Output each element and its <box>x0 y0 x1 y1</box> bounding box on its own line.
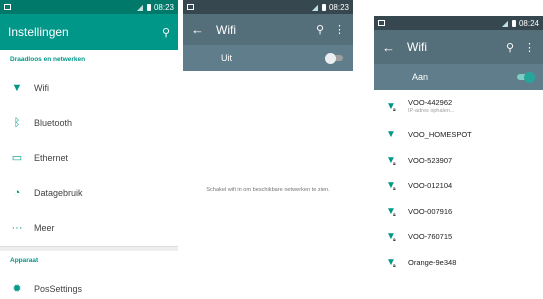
battery-icon <box>321 3 326 11</box>
network-ssid: VOO-760715 <box>408 232 453 242</box>
back-arrow-icon[interactable]: ← <box>191 22 204 37</box>
empty-state-message: Schakel wifi in om beschikbare netwerken… <box>206 187 330 193</box>
image-notification-icon <box>187 4 194 10</box>
back-arrow-icon[interactable]: ← <box>382 40 395 55</box>
status-bar: ◢ 08:24 <box>374 16 543 30</box>
overflow-menu-icon[interactable]: ⋮ <box>334 23 345 36</box>
status-time: 08:23 <box>328 2 349 12</box>
switch-label: Uit <box>221 53 232 63</box>
wifi-toggle-switch[interactable] <box>517 71 535 83</box>
wifi-signal-locked-icon: ▼ 🔒︎ <box>386 256 396 269</box>
battery-icon <box>146 3 151 11</box>
wifi-switch-bar[interactable]: Aan <box>374 64 543 90</box>
settings-item-ethernet[interactable]: ▭ Ethernet <box>0 140 178 175</box>
wifi-network-item[interactable]: ▼ 🔒︎ VOO-760715 <box>374 224 543 250</box>
data-usage-icon: ◔ <box>13 186 21 199</box>
settings-item-label: Wifi <box>34 82 49 93</box>
app-bar: ← Wifi ⚲ ⋮ <box>374 30 543 64</box>
more-dots-icon: ··· <box>11 221 23 234</box>
settings-item-more[interactable]: ··· Meer <box>0 210 178 245</box>
page-title: Wifi <box>216 22 236 37</box>
wifi-signal-locked-icon: ▼ 🔒︎ <box>386 100 396 113</box>
wifi-signal-locked-icon: ▼ 🔒︎ <box>386 154 396 167</box>
settings-screen: ◢ 08:23 Instellingen ⚲ Draadloos en netw… <box>0 0 178 299</box>
page-title: Wifi <box>407 40 427 54</box>
settings-item-data-usage[interactable]: ◔ Datagebruik <box>0 175 178 210</box>
switch-label: Aan <box>412 72 429 82</box>
status-time: 08:24 <box>518 18 539 28</box>
settings-item-possettings[interactable]: ✹ PosSettings <box>0 271 178 299</box>
search-icon[interactable]: ⚲ <box>162 26 170 39</box>
search-icon[interactable]: ⚲ <box>506 41 514 54</box>
wifi-on-screen: ◢ 08:24 ← Wifi ⚲ ⋮ Aan ▼ 🔒︎ VOO-442962 IP… <box>374 16 543 299</box>
status-bar: ◢ 08:23 <box>0 0 178 14</box>
signal-icon: ◢ <box>136 2 143 12</box>
wifi-toggle-switch[interactable] <box>325 52 343 64</box>
settings-item-label: Ethernet <box>34 152 69 163</box>
settings-item-label: Bluetooth <box>34 117 73 128</box>
signal-icon: ◢ <box>501 18 508 28</box>
signal-icon: ◢ <box>311 2 318 12</box>
network-ssid: VOO-442962 <box>408 98 453 107</box>
section-header-device: Apparaat <box>10 257 39 264</box>
wifi-network-item[interactable]: ▼ 🔒︎ VOO-442962 IP-adres ophalen... <box>374 90 543 122</box>
image-notification-icon <box>4 4 11 10</box>
wifi-off-screen: ◢ 08:23 ← Wifi ⚲ ⋮ Uit Schakel wifi in o… <box>183 0 353 200</box>
gear-icon: ✹ <box>12 283 22 295</box>
network-ssid: Orange-9e348 <box>408 257 457 267</box>
section-header-wireless: Draadloos en netwerken <box>10 56 86 63</box>
wifi-signal-icon: ▼ <box>386 129 396 141</box>
wifi-icon: ▼ <box>11 81 23 94</box>
app-bar: Instellingen ⚲ <box>0 14 178 50</box>
page-title: Instellingen <box>8 25 69 39</box>
wifi-network-item[interactable]: ▼ VOO_HOMESPOT <box>374 122 543 148</box>
bluetooth-icon: ᛒ <box>13 116 21 129</box>
wifi-network-item[interactable]: ▼ 🔒︎ VOO-007916 <box>374 199 543 225</box>
wifi-signal-locked-icon: ▼ 🔒︎ <box>386 180 396 193</box>
battery-icon <box>511 19 516 27</box>
wifi-signal-locked-icon: ▼ 🔒︎ <box>386 231 396 244</box>
network-ssid: VOO-007916 <box>408 206 453 216</box>
network-status: IP-adres ophalen... <box>408 108 455 114</box>
wifi-network-item[interactable]: ▼ 🔒︎ Orange-9e348 <box>374 250 543 276</box>
image-notification-icon <box>378 20 385 26</box>
settings-item-bluetooth[interactable]: ᛒ Bluetooth <box>0 105 178 140</box>
search-icon[interactable]: ⚲ <box>316 23 324 36</box>
settings-item-label: Datagebruik <box>34 187 83 198</box>
settings-item-label: Meer <box>34 222 55 233</box>
wifi-signal-locked-icon: ▼ 🔒︎ <box>386 205 396 218</box>
settings-item-wifi[interactable]: ▼ Wifi <box>0 70 178 105</box>
app-bar: ← Wifi ⚲ ⋮ <box>183 14 353 45</box>
wifi-network-item[interactable]: ▼ 🔒︎ VOO-012104 <box>374 173 543 199</box>
network-ssid: VOO-012104 <box>408 181 453 191</box>
network-ssid: VOO_HOMESPOT <box>408 130 472 140</box>
network-ssid: VOO-523907 <box>408 155 453 165</box>
wifi-switch-bar[interactable]: Uit <box>183 45 353 71</box>
status-bar: ◢ 08:23 <box>183 0 353 14</box>
settings-item-label: PosSettings <box>34 283 83 294</box>
wifi-network-item[interactable]: ▼ 🔒︎ VOO-523907 <box>374 148 543 174</box>
monitor-icon: ▭ <box>11 152 23 164</box>
status-time: 08:23 <box>153 2 174 12</box>
overflow-menu-icon[interactable]: ⋮ <box>524 41 535 54</box>
